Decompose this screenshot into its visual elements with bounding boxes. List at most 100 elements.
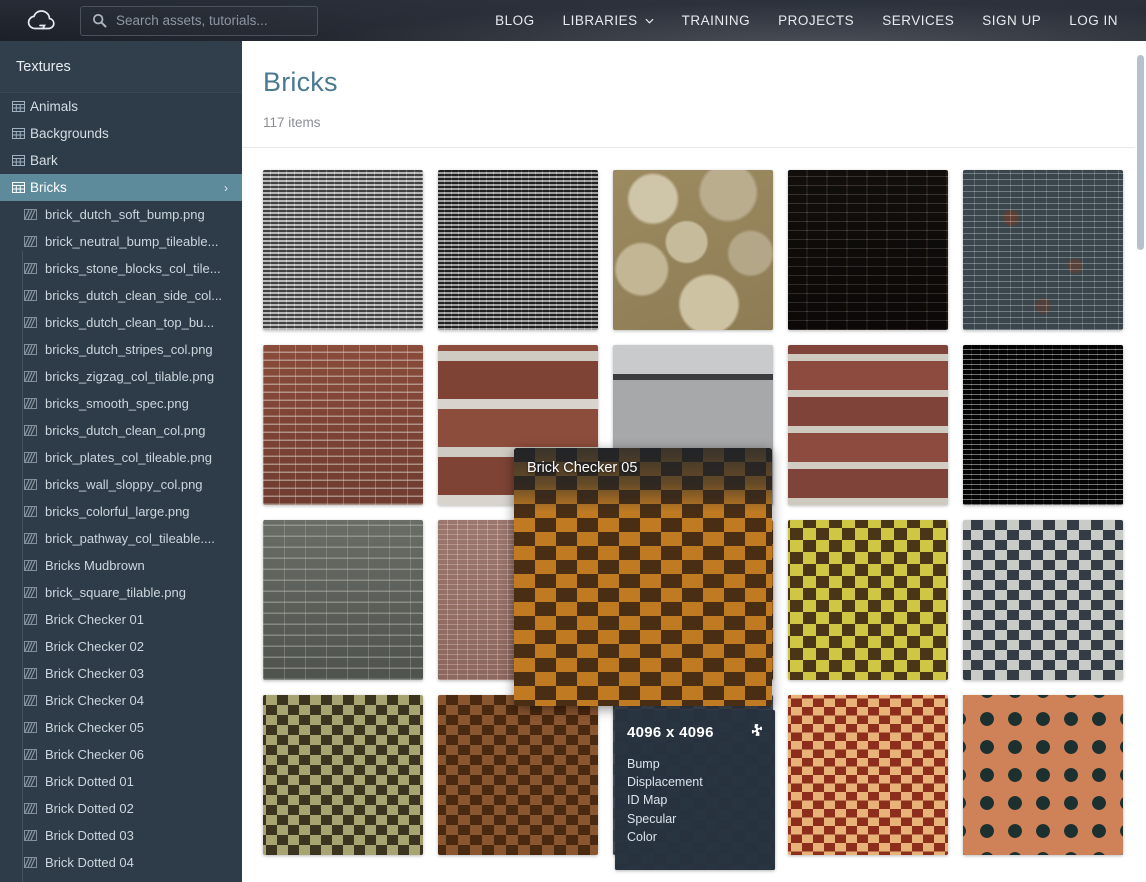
sidebar-file-label: Brick Checker 04 xyxy=(45,693,144,708)
nav-sign-up[interactable]: SIGN UP xyxy=(968,0,1055,41)
grid-icon xyxy=(12,155,30,166)
search-input[interactable] xyxy=(116,7,317,34)
sidebar-file-item[interactable]: Bricks Mudbrown xyxy=(0,552,242,579)
thumbnail-bricks-zigzag-col[interactable] xyxy=(963,345,1123,505)
sidebar-file-item[interactable]: bricks_smooth_spec.png xyxy=(0,390,242,417)
thumbnail-bricks-dutch-clean-side[interactable] xyxy=(788,170,948,330)
chevron-down-icon xyxy=(645,18,654,24)
sidebar-file-label: bricks_dutch_clean_top_bu... xyxy=(45,315,215,330)
sidebar-file-item[interactable]: Brick Checker 02 xyxy=(0,633,242,660)
thumbnail-brick-checker-01[interactable] xyxy=(788,520,948,680)
cloud-logo-icon[interactable] xyxy=(18,9,64,32)
puzzle-piece-icon[interactable] xyxy=(749,723,764,743)
texture-swatch-icon xyxy=(24,452,45,463)
sidebar-file-label: bricks_smooth_spec.png xyxy=(45,396,189,411)
nav-libraries[interactable]: LIBRARIES xyxy=(549,0,668,41)
sidebar-item-animals[interactable]: Animals xyxy=(0,93,242,120)
nav-projects-label: PROJECTS xyxy=(778,13,855,28)
sidebar-file-item[interactable]: bricks_dutch_clean_side_col... xyxy=(0,282,242,309)
sidebar-file-item[interactable]: Brick Checker 05 xyxy=(0,714,242,741)
sidebar-item-bricks[interactable]: Bricks › xyxy=(0,174,242,201)
thumbnail-brick-dotted-02[interactable] xyxy=(963,695,1123,855)
sidebar-file-item[interactable]: Brick Checker 04 xyxy=(0,687,242,714)
nav-libraries-label: LIBRARIES xyxy=(562,13,638,28)
texture-swatch-icon xyxy=(24,803,45,814)
sidebar-file-label: Brick Checker 03 xyxy=(45,666,144,681)
asset-info-overlay[interactable]: 4096 x 4096 Bump Displacement ID Map Specul… xyxy=(615,710,775,870)
sidebar-file-item[interactable]: Brick Dotted 04 xyxy=(0,849,242,876)
grid-icon xyxy=(12,182,30,193)
sidebar-file-label: Brick Dotted 04 xyxy=(45,855,134,870)
search-icon xyxy=(92,13,107,28)
sidebar-file-item[interactable]: bricks_zigzag_col_tilable.png xyxy=(0,363,242,390)
sidebar-file-label: bricks_zigzag_col_tilable.png xyxy=(45,369,215,384)
thumbnail-brick-checker-03[interactable] xyxy=(263,695,423,855)
sidebar-file-item[interactable]: brick_pathway_col_tileable.... xyxy=(0,525,242,552)
thumbnail-brick-dotted-01[interactable] xyxy=(788,695,948,855)
texture-swatch-icon xyxy=(24,398,45,409)
nav-blog-label: BLOG xyxy=(495,13,535,28)
nav-projects[interactable]: PROJECTS xyxy=(764,0,868,41)
sidebar-file-item[interactable]: bricks_dutch_clean_col.png xyxy=(0,417,242,444)
nav-services[interactable]: SERVICES xyxy=(868,0,968,41)
sidebar-category-list: Animals Backgrounds Bark Bricks › xyxy=(0,93,242,201)
info-dimensions: 4096 x 4096 xyxy=(627,724,714,741)
sidebar-file-item[interactable]: Brick Checker 03 xyxy=(0,660,242,687)
sidebar-file-item[interactable]: Brick Checker 01 xyxy=(0,606,242,633)
sidebar-file-item[interactable]: bricks_dutch_stripes_col.png xyxy=(0,336,242,363)
sidebar-file-item[interactable]: bricks_dutch_clean_top_bu... xyxy=(0,309,242,336)
sidebar-file-item[interactable]: brick_square_tilable.png xyxy=(0,579,242,606)
texture-swatch-icon xyxy=(24,830,45,841)
info-map-entry: Displacement xyxy=(627,775,703,790)
thumbnail-brick-checker-04[interactable] xyxy=(438,695,598,855)
nav-blog[interactable]: BLOG xyxy=(481,0,549,41)
sidebar-file-item[interactable]: Brick Dotted 01 xyxy=(0,768,242,795)
sidebar-file-item[interactable]: Brick Dotted 02 xyxy=(0,795,242,822)
texture-swatch-icon xyxy=(24,263,45,274)
sidebar-file-item[interactable]: Brick Dotted 03 xyxy=(0,822,242,849)
vertical-scrollbar-thumb[interactable] xyxy=(1137,55,1144,250)
info-map-entry: Color xyxy=(627,829,657,844)
page-title: Bricks xyxy=(263,67,338,97)
chevron-right-icon: › xyxy=(224,180,228,195)
sidebar-file-item[interactable]: brick_plates_col_tileable.png xyxy=(0,444,242,471)
texture-swatch-icon xyxy=(24,668,45,679)
sidebar-file-label: Brick Checker 05 xyxy=(45,720,144,735)
info-map-entry: Specular xyxy=(627,811,677,826)
nav-training-label: TRAINING xyxy=(681,13,751,28)
sidebar-file-label: Brick Checker 01 xyxy=(45,612,144,627)
sidebar-item-label: Animals xyxy=(30,99,79,114)
thumbnail-bricks-dutch-clean-top[interactable] xyxy=(788,345,948,505)
sidebar-file-item[interactable]: bricks_colorful_large.png xyxy=(0,498,242,525)
nav-log-in-label: LOG IN xyxy=(1069,13,1118,28)
thumbnail-brick-checker-02[interactable] xyxy=(963,520,1123,680)
nav-training[interactable]: TRAINING xyxy=(668,0,765,41)
thumbnail-bricks-colorful-large[interactable] xyxy=(963,170,1123,330)
sidebar-file-item[interactable]: bricks_wall_sloppy_col.png xyxy=(0,471,242,498)
search-box[interactable] xyxy=(80,5,318,36)
thumbnail-brick-neutral-bump[interactable] xyxy=(438,170,598,330)
sidebar-file-label: brick_square_tilable.png xyxy=(45,585,186,600)
texture-swatch-icon xyxy=(24,344,45,355)
asset-preview-popup[interactable]: Brick Checker 05 xyxy=(514,448,772,706)
sidebar-file-item[interactable]: brick_dutch_soft_bump.png xyxy=(0,201,242,228)
sidebar-file-item[interactable]: Brick Checker 06 xyxy=(0,741,242,768)
thumbnail-bricks-stone-blocks[interactable] xyxy=(613,170,773,330)
texture-swatch-icon xyxy=(24,560,45,571)
texture-swatch-icon xyxy=(24,641,45,652)
preview-gradient-scrim xyxy=(514,448,772,512)
sidebar-file-item[interactable]: brick_neutral_bump_tileable... xyxy=(0,228,242,255)
thumbnail-bricks-wall-sloppy[interactable] xyxy=(263,520,423,680)
sidebar-file-item[interactable]: bricks_stone_blocks_col_tile... xyxy=(0,255,242,282)
sidebar-item-bark[interactable]: Bark xyxy=(0,147,242,174)
page-header: Bricks 117 items xyxy=(242,41,1146,130)
texture-swatch-icon xyxy=(24,776,45,787)
thumbnail-bricks-dutch-clean-col[interactable] xyxy=(263,345,423,505)
texture-swatch-icon xyxy=(24,695,45,706)
sidebar-item-backgrounds[interactable]: Backgrounds xyxy=(0,120,242,147)
texture-swatch-icon xyxy=(24,533,45,544)
sidebar-file-label: Brick Dotted 01 xyxy=(45,774,134,789)
thumbnail-brick-dutch-soft-bump[interactable] xyxy=(263,170,423,330)
nav-log-in[interactable]: LOG IN xyxy=(1055,0,1132,41)
texture-swatch-icon xyxy=(24,425,45,436)
